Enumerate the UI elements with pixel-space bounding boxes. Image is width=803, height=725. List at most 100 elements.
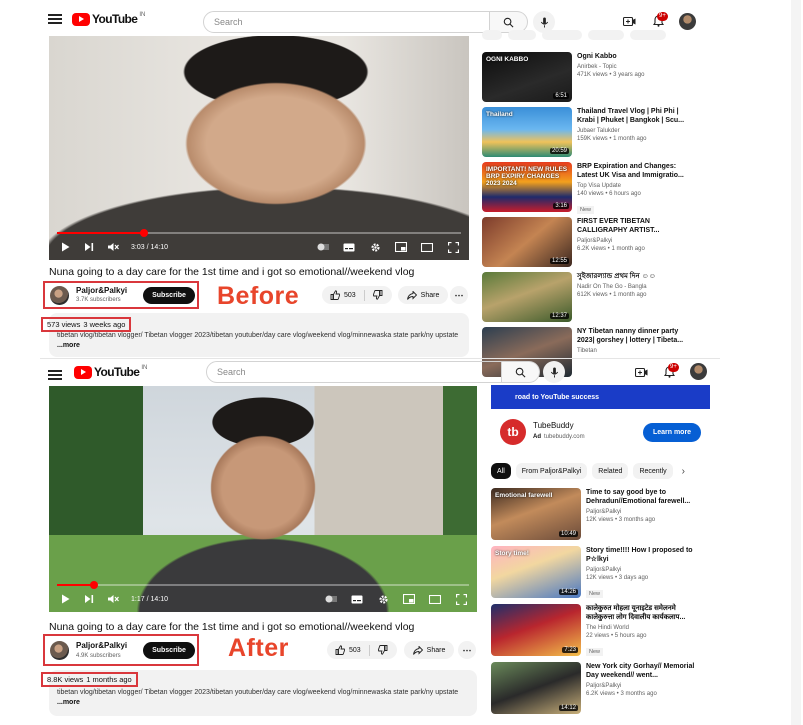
- subtitles-button[interactable]: [343, 241, 355, 253]
- description-more[interactable]: ...more: [57, 699, 80, 706]
- subtitles-button[interactable]: [351, 593, 363, 605]
- channel-name[interactable]: Paljor&Palkyi: [76, 641, 127, 650]
- autoplay-toggle[interactable]: [325, 593, 337, 605]
- recommendation-channel[interactable]: Paljor&Palkyi: [586, 566, 701, 574]
- chip-related[interactable]: Related: [592, 463, 629, 479]
- account-avatar[interactable]: [679, 13, 696, 30]
- recommendation-title[interactable]: कालेकुरुत मोहला यूनाइटेड समेलनमे कालेकुर…: [586, 604, 701, 622]
- channel-name[interactable]: Paljor&Palkyi: [76, 286, 127, 295]
- recommendation-thumbnail[interactable]: 14:12: [491, 662, 581, 714]
- recommendation-item[interactable]: 7:23 कालेकुरुत मोहला यूनाइटेड समेलनमे काल…: [491, 604, 710, 658]
- recommendation-title[interactable]: Story time!!!! How I proposed to P☆lkyi: [586, 546, 701, 564]
- recommendation-item[interactable]: 12:37 সুইজারল্যান্ড প্রথম দিন ☺☺ Nadir On …: [482, 272, 692, 324]
- video-progress-handle[interactable]: [139, 229, 148, 237]
- next-button[interactable]: [83, 593, 95, 605]
- mute-button[interactable]: [107, 593, 119, 605]
- like-button[interactable]: 503: [322, 286, 364, 304]
- more-actions-button[interactable]: ⋯: [450, 286, 468, 304]
- recommendation-title[interactable]: Ogni Kabbo: [577, 52, 687, 61]
- video-player[interactable]: 3:03 / 14:10: [49, 36, 469, 260]
- chip-fragment[interactable]: [482, 30, 502, 40]
- chevron-right-icon[interactable]: ›: [682, 466, 685, 477]
- create-video-button[interactable]: [633, 364, 649, 380]
- channel-avatar[interactable]: [50, 286, 69, 305]
- recommendation-channel[interactable]: Tibetan: [577, 347, 687, 355]
- mute-button[interactable]: [107, 241, 119, 253]
- search-input[interactable]: Search: [203, 11, 490, 33]
- recommendation-thumbnail[interactable]: Story time! 14:26: [491, 546, 581, 598]
- chip-recently[interactable]: Recently: [633, 463, 673, 479]
- theater-mode-button[interactable]: [429, 593, 441, 605]
- share-button[interactable]: Share: [398, 286, 448, 304]
- account-avatar[interactable]: [690, 363, 707, 380]
- recommendation-thumbnail[interactable]: 7:23: [491, 604, 581, 656]
- chip-all[interactable]: All: [491, 463, 511, 479]
- chip-fragment[interactable]: [542, 30, 582, 40]
- recommendation-thumbnail[interactable]: 12:55: [482, 217, 572, 267]
- recommendation-channel[interactable]: Paljor&Palkyi: [577, 237, 687, 245]
- recommendation-item[interactable]: IMPORTANT! NEW RULES BRP EXPIRY CHANGES …: [482, 162, 692, 214]
- recommendation-title[interactable]: NY Tibetan nanny dinner party 2023| gors…: [577, 327, 687, 345]
- recommendation-title[interactable]: Thailand Travel Vlog | Phi Phi | Krabi |…: [577, 107, 687, 125]
- recommendation-channel[interactable]: Jubaer Talukder: [577, 127, 687, 135]
- chip-fragment[interactable]: [508, 30, 536, 40]
- hamburger-menu-icon[interactable]: [48, 370, 62, 380]
- recommendation-title[interactable]: New York city Gorhay// Memorial Day week…: [586, 662, 701, 680]
- recommendation-channel[interactable]: Paljor&Palkyi: [586, 508, 701, 516]
- fullscreen-button[interactable]: [455, 593, 467, 605]
- channel-avatar[interactable]: [50, 641, 69, 660]
- chip-fragment[interactable]: [630, 30, 666, 40]
- miniplayer-button[interactable]: [403, 593, 415, 605]
- ad-banner[interactable]: road to YouTube success: [491, 385, 710, 409]
- subscribe-button[interactable]: Subscribe: [143, 642, 195, 659]
- voice-search-button[interactable]: [543, 361, 565, 383]
- recommendation-thumbnail[interactable]: Thailand 20:59: [482, 107, 572, 157]
- search-input[interactable]: Search: [206, 361, 502, 383]
- recommendation-title[interactable]: সুইজারল্যান্ড প্রথম দিন ☺☺: [577, 272, 687, 281]
- theater-mode-button[interactable]: [421, 241, 433, 253]
- autoplay-toggle[interactable]: [317, 241, 329, 253]
- miniplayer-button[interactable]: [395, 241, 407, 253]
- recommendation-title[interactable]: BRP Expiration and Changes: Latest UK Vi…: [577, 162, 687, 180]
- create-video-button[interactable]: [621, 13, 637, 29]
- recommendation-item[interactable]: 12:55 FIRST EVER TIBETAN CALLIGRAPHY ARTI…: [482, 217, 692, 269]
- recommendation-title[interactable]: FIRST EVER TIBETAN CALLIGRAPHY ARTIST...: [577, 217, 687, 235]
- recommendation-item[interactable]: Story time! 14:26 Story time!!!! How I pro…: [491, 546, 710, 600]
- youtube-logo[interactable]: YouTube IN: [72, 12, 145, 26]
- dislike-button[interactable]: [370, 641, 396, 659]
- play-button[interactable]: [59, 241, 71, 253]
- video-progress-bar[interactable]: [57, 229, 461, 237]
- recommendation-thumbnail[interactable]: 12:37: [482, 272, 572, 322]
- like-button[interactable]: 503: [327, 641, 369, 659]
- description-more[interactable]: ...more: [57, 342, 80, 349]
- recommendation-thumbnail[interactable]: Emotional farewell 10:49: [491, 488, 581, 540]
- page-scrollbar[interactable]: [791, 0, 801, 725]
- video-player[interactable]: 1:17 / 14:10: [49, 386, 477, 612]
- recommendation-item[interactable]: Emotional farewell 10:49 Time to say good …: [491, 488, 710, 542]
- settings-button[interactable]: [369, 241, 381, 253]
- fullscreen-button[interactable]: [447, 241, 459, 253]
- recommendation-item[interactable]: OGNI KABBO 6:51 Ogni Kabbo Anirbek - Topic 4…: [482, 52, 692, 104]
- video-progress-bar[interactable]: [57, 581, 469, 589]
- recommendation-thumbnail[interactable]: IMPORTANT! NEW RULES BRP EXPIRY CHANGES …: [482, 162, 572, 212]
- youtube-logo[interactable]: YouTube IN: [74, 365, 147, 379]
- subscribe-button[interactable]: Subscribe: [143, 287, 195, 304]
- settings-button[interactable]: [377, 593, 389, 605]
- share-button[interactable]: Share: [404, 641, 454, 659]
- recommendation-channel[interactable]: The Hindi World: [586, 624, 701, 632]
- recommendation-item[interactable]: 14:12 New York city Gorhay// Memorial Day…: [491, 662, 710, 716]
- dislike-button[interactable]: [365, 286, 391, 304]
- chip-fragment[interactable]: [588, 30, 624, 40]
- chip-from-channel[interactable]: From Paljor&Palkyi: [515, 463, 588, 479]
- play-button[interactable]: [59, 593, 71, 605]
- search-button[interactable]: [502, 361, 540, 383]
- recommendation-thumbnail[interactable]: OGNI KABBO 6:51: [482, 52, 572, 102]
- recommendation-channel[interactable]: Top Visa Update: [577, 182, 687, 190]
- recommendation-channel[interactable]: Nadir On The Go - Bangla: [577, 283, 687, 291]
- learn-more-button[interactable]: Learn more: [643, 423, 701, 442]
- hamburger-menu-icon[interactable]: [48, 14, 62, 24]
- ad-card[interactable]: tb TubeBuddy Ad tubebuddy.com Learn more: [491, 413, 710, 453]
- recommendation-item[interactable]: Thailand 20:59 Thailand Travel Vlog | Phi …: [482, 107, 692, 159]
- recommendation-channel[interactable]: Anirbek - Topic: [577, 63, 687, 71]
- next-button[interactable]: [83, 241, 95, 253]
